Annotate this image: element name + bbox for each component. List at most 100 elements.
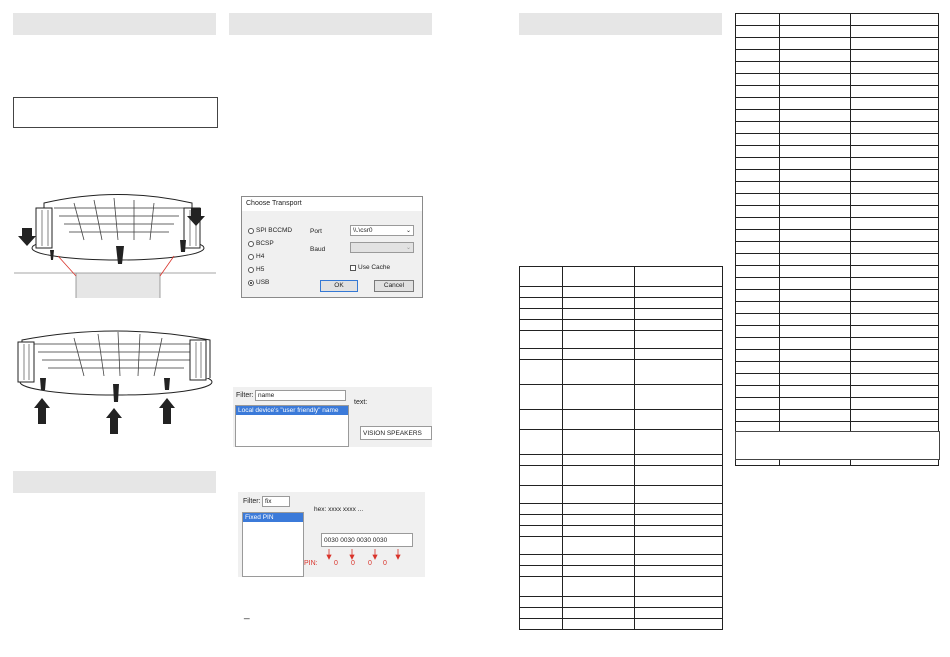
table-row <box>519 607 723 619</box>
table-row <box>519 308 723 320</box>
radio-usb[interactable]: USB <box>248 279 269 286</box>
table-row <box>519 485 723 504</box>
pin-arrows <box>326 549 401 560</box>
settings-table-1 <box>519 266 723 630</box>
table-row <box>735 121 939 134</box>
table-row <box>519 514 723 526</box>
table-row <box>735 61 939 74</box>
port-select[interactable]: \\.\csr0 ⌄ <box>350 225 414 236</box>
pin-digit: 0 <box>368 560 372 567</box>
table-row <box>735 289 939 302</box>
table-row <box>735 409 939 422</box>
radio-selected-icon <box>248 279 254 286</box>
table-row <box>519 576 723 597</box>
table-row <box>735 325 939 338</box>
pin-digit: 0 <box>351 560 355 567</box>
filter-label: Filter: <box>243 498 261 505</box>
choose-transport-dialog: Choose Transport SPI BCCMD BCSP H4 H5 US… <box>241 196 423 298</box>
table-row <box>735 169 939 182</box>
hex-label: hex: xxxx xxxx ... <box>314 506 364 513</box>
table-row <box>735 397 939 410</box>
table-row <box>735 97 939 110</box>
settings-table-2 <box>735 13 939 466</box>
filter-input[interactable]: name <box>255 390 346 401</box>
pin-digit: 0 <box>334 560 338 567</box>
chevron-down-icon: ⌄ <box>405 228 411 234</box>
table-row <box>735 205 939 218</box>
table-row <box>735 145 939 158</box>
table-row <box>519 429 723 455</box>
table-row <box>519 330 723 349</box>
pin-filter-panel: Filter: fix Fixed PIN hex: xxxx xxxx ...… <box>238 492 425 577</box>
table-row <box>735 37 939 50</box>
footnote-mark: _ <box>244 609 250 620</box>
settings-list[interactable]: Local device's "user friendly" name <box>235 405 349 447</box>
baud-label: Baud <box>310 246 326 253</box>
ok-button[interactable]: OK <box>320 280 358 292</box>
table-row <box>735 85 939 98</box>
settings-list[interactable]: Fixed PIN <box>242 512 304 577</box>
table-row <box>735 25 939 38</box>
table-row <box>735 157 939 170</box>
table-row <box>519 454 723 466</box>
table-row <box>735 13 939 26</box>
hex-value-field[interactable]: 0030 0030 0030 0030 <box>321 533 413 547</box>
radio-h5[interactable]: H5 <box>248 266 264 273</box>
port-value: \\.\csr0 <box>353 227 373 234</box>
note-box <box>735 431 940 460</box>
table-row <box>519 319 723 331</box>
table-row <box>735 241 939 254</box>
speaker-insertion-illustration <box>14 188 216 298</box>
table-row <box>735 337 939 350</box>
radio-icon <box>248 240 254 247</box>
table-row <box>519 266 723 287</box>
table-row <box>735 73 939 86</box>
table-row <box>735 193 939 206</box>
radio-h4[interactable]: H4 <box>248 253 264 260</box>
chevron-down-icon: ⌄ <box>405 245 411 251</box>
radio-bcsp[interactable]: BCSP <box>248 240 274 247</box>
table-row <box>735 313 939 326</box>
use-cache-checkbox[interactable]: Use Cache <box>350 264 390 271</box>
note-box <box>13 97 218 128</box>
table-row <box>735 49 939 62</box>
section-header-bar <box>229 13 432 35</box>
cancel-button[interactable]: Cancel <box>374 280 414 292</box>
text-label: text: <box>354 399 368 406</box>
baud-select[interactable]: ⌄ <box>350 242 414 253</box>
list-item-selected[interactable]: Local device's "user friendly" name <box>236 406 348 415</box>
table-row <box>519 465 723 486</box>
table-row <box>735 253 939 266</box>
radio-icon <box>248 266 254 273</box>
table-row <box>735 373 939 386</box>
radio-icon <box>248 227 254 234</box>
section-header-bar <box>519 13 722 35</box>
table-row <box>735 109 939 122</box>
text-value-field[interactable]: VISION SPEAKERS <box>360 426 432 440</box>
table-row <box>735 217 939 230</box>
table-row <box>735 385 939 398</box>
table-row <box>519 618 723 630</box>
pin-label: PIN: <box>304 560 318 567</box>
filter-input[interactable]: fix <box>262 496 290 507</box>
table-row <box>519 503 723 515</box>
filter-label: Filter: <box>236 392 254 399</box>
dialog-title: Choose Transport <box>242 197 422 211</box>
table-row <box>735 133 939 146</box>
table-row <box>519 536 723 555</box>
speaker-screws-illustration <box>14 320 216 438</box>
section-header-bar <box>13 471 216 493</box>
table-row <box>519 409 723 430</box>
table-row <box>519 596 723 608</box>
section-header-bar <box>13 13 216 35</box>
table-row <box>519 297 723 309</box>
table-row <box>519 554 723 566</box>
table-row <box>735 301 939 314</box>
table-row <box>519 565 723 577</box>
list-item-selected[interactable]: Fixed PIN <box>243 513 303 522</box>
table-row <box>519 525 723 537</box>
radio-icon <box>248 253 254 260</box>
name-filter-panel: Filter: name Local device's "user friend… <box>233 387 432 447</box>
table-row <box>735 265 939 278</box>
radio-spi-bccmd[interactable]: SPI BCCMD <box>248 227 292 234</box>
